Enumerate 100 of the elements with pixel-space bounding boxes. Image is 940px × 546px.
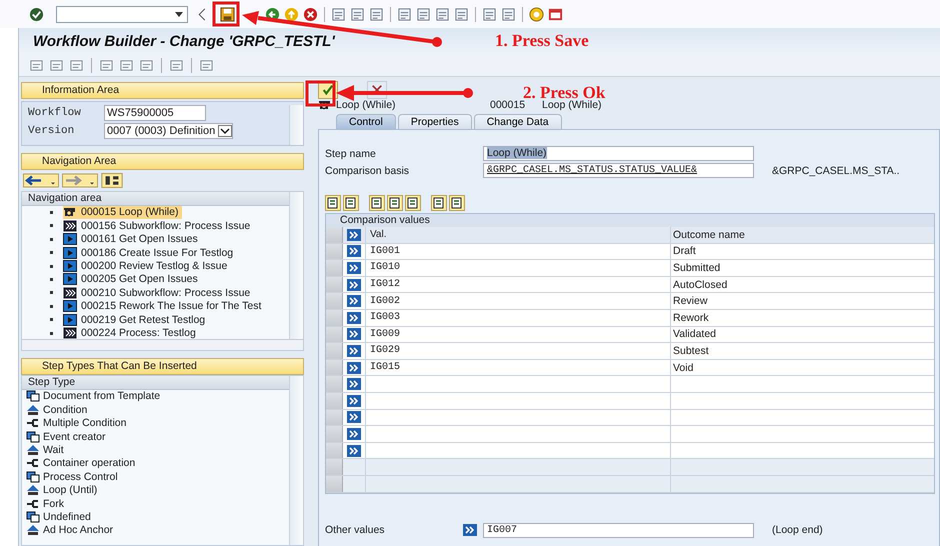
back-icon[interactable] (265, 6, 280, 22)
window-title: Workflow Builder - Change 'GRPC_TESTL' (33, 32, 335, 50)
save-icon[interactable] (220, 6, 235, 22)
value-help-icon[interactable] (347, 312, 361, 324)
step-type: Loop (While) (542, 99, 602, 111)
step-type-icon (26, 484, 40, 496)
horizontal-scrollbar[interactable] (21, 340, 304, 351)
confirm-icon[interactable] (29, 6, 44, 22)
bullet-icon (50, 224, 53, 228)
check-icon[interactable] (322, 84, 334, 96)
tree-item[interactable]: 000224 Process: Testlog (63, 326, 200, 339)
dropdown-caret-icon[interactable] (218, 124, 232, 136)
step-type-item[interactable]: Document from Template (22, 390, 289, 404)
tree-item[interactable]: 000210 Subworkflow: Process Issue (63, 286, 254, 300)
activity-icon (63, 273, 77, 286)
tree-item[interactable]: 000205 Get Open Issues (63, 272, 202, 286)
tree-item[interactable]: 000161 Get Open Issues (63, 232, 202, 246)
table-cell: Void (673, 362, 694, 374)
table-cell: IG029 (370, 345, 400, 356)
step-type-item[interactable]: Process Control (22, 470, 289, 484)
value-help-icon[interactable] (347, 362, 361, 374)
value-help-icon[interactable] (347, 278, 361, 291)
section-header[interactable]: Information Area (21, 82, 304, 99)
activity-icon (63, 314, 77, 326)
value-help-icon[interactable] (347, 245, 361, 258)
step-type-item[interactable]: Multiple Condition (22, 416, 289, 430)
table-cell: IG001 (370, 246, 400, 257)
value-help-icon[interactable] (463, 524, 477, 536)
collapse-icon[interactable] (198, 6, 206, 22)
step-type-item[interactable]: Condition (22, 403, 289, 416)
value-help-icon[interactable] (347, 394, 361, 407)
value-help-icon[interactable] (347, 262, 361, 274)
scrollbar[interactable] (289, 105, 303, 145)
tab[interactable]: Control (336, 114, 396, 129)
value-help-icon[interactable] (347, 411, 361, 424)
input-field[interactable]: &GRPC_CASEL.MS_STATUS.STATUS_VALUE& (483, 163, 754, 178)
scrollbar[interactable] (289, 376, 303, 545)
table-cell: Validated (673, 328, 716, 340)
annotation-text: 1. Press Save (495, 31, 589, 51)
tree-item[interactable]: 000186 Create Issue For Testlog (63, 246, 238, 260)
bullet-icon (50, 278, 53, 281)
tree-item[interactable]: 000215 Rework The Issue for The Test (63, 300, 266, 313)
section-header[interactable]: Step Types That Can Be Inserted (21, 358, 304, 375)
value-help-icon[interactable] (347, 378, 361, 390)
tab[interactable]: Change Data (474, 114, 562, 129)
value-help-icon[interactable] (347, 444, 361, 457)
bullet-icon (50, 251, 53, 254)
column-header: Navigation area (22, 192, 289, 206)
tree-item[interactable]: 000219 Get Retest Testlog (63, 313, 210, 326)
tab[interactable]: Properties (398, 114, 472, 129)
tree-item[interactable]: 000200 Review Testlog & Issue (63, 260, 232, 273)
table-cell: IG009 (370, 328, 400, 340)
command-field[interactable] (56, 6, 188, 22)
table-cell: Rework (673, 312, 709, 324)
value-help-icon[interactable] (347, 228, 361, 241)
section-header[interactable]: Navigation Area (21, 152, 304, 170)
layout-icon[interactable] (548, 6, 563, 22)
bullet-icon (50, 264, 53, 268)
field-label: Workflow (28, 106, 82, 118)
dropdown-caret-icon[interactable] (175, 12, 183, 16)
step-type-icon (26, 444, 40, 456)
step-type-icon (26, 470, 40, 483)
step-type-item[interactable]: Fork (22, 496, 289, 510)
table-cell: Draft (673, 245, 696, 258)
bullet-icon (50, 332, 53, 334)
field-label: Comparison basis (325, 164, 410, 176)
step-type-item[interactable]: Event creator (22, 430, 289, 444)
tree-item[interactable]: 000015 Loop (While) (63, 206, 182, 219)
subworkflow-icon (63, 220, 77, 232)
value-help-icon[interactable] (347, 295, 361, 308)
step-type-item[interactable]: Wait (22, 443, 289, 457)
exit-icon[interactable] (284, 6, 299, 22)
cancel-icon[interactable] (303, 6, 318, 22)
step-type-item[interactable]: Undefined (22, 510, 289, 524)
value-help-icon[interactable] (347, 344, 361, 357)
version-dropdown[interactable]: 0007 (0003) Definition (104, 122, 234, 138)
table-cell: Subtest (673, 344, 709, 357)
scrollbar[interactable] (289, 192, 303, 339)
bullet-icon (50, 210, 53, 214)
field-description: (Loop end) (772, 524, 823, 536)
input-field[interactable]: IG007 (483, 522, 754, 538)
step-type-item[interactable]: Ad Hoc Anchor (22, 524, 289, 538)
bullet-icon (50, 318, 53, 322)
step-type-item[interactable]: Loop (Until) (22, 483, 289, 497)
overview-icon[interactable] (101, 172, 123, 188)
loop-icon (63, 206, 77, 218)
bullet-icon (50, 291, 53, 294)
tree-item[interactable]: 000156 Subworkflow: Process Issue (63, 219, 254, 232)
field-label: Step name (325, 148, 377, 160)
step-type-item[interactable]: Container operation (22, 456, 289, 470)
field-label: Version (28, 124, 76, 136)
value-help-icon[interactable] (347, 428, 361, 440)
table-cell: AutoClosed (673, 278, 728, 291)
field-description: &GRPC_CASEL.MS_STA.. (772, 164, 900, 176)
input-field[interactable]: Loop (While) (483, 146, 754, 161)
step-number: 000015 (490, 99, 526, 111)
table-cell: IG012 (370, 279, 400, 290)
loop-icon (318, 99, 332, 111)
value-help-icon[interactable] (347, 328, 361, 340)
input-field[interactable]: WS75900005 (104, 104, 206, 120)
